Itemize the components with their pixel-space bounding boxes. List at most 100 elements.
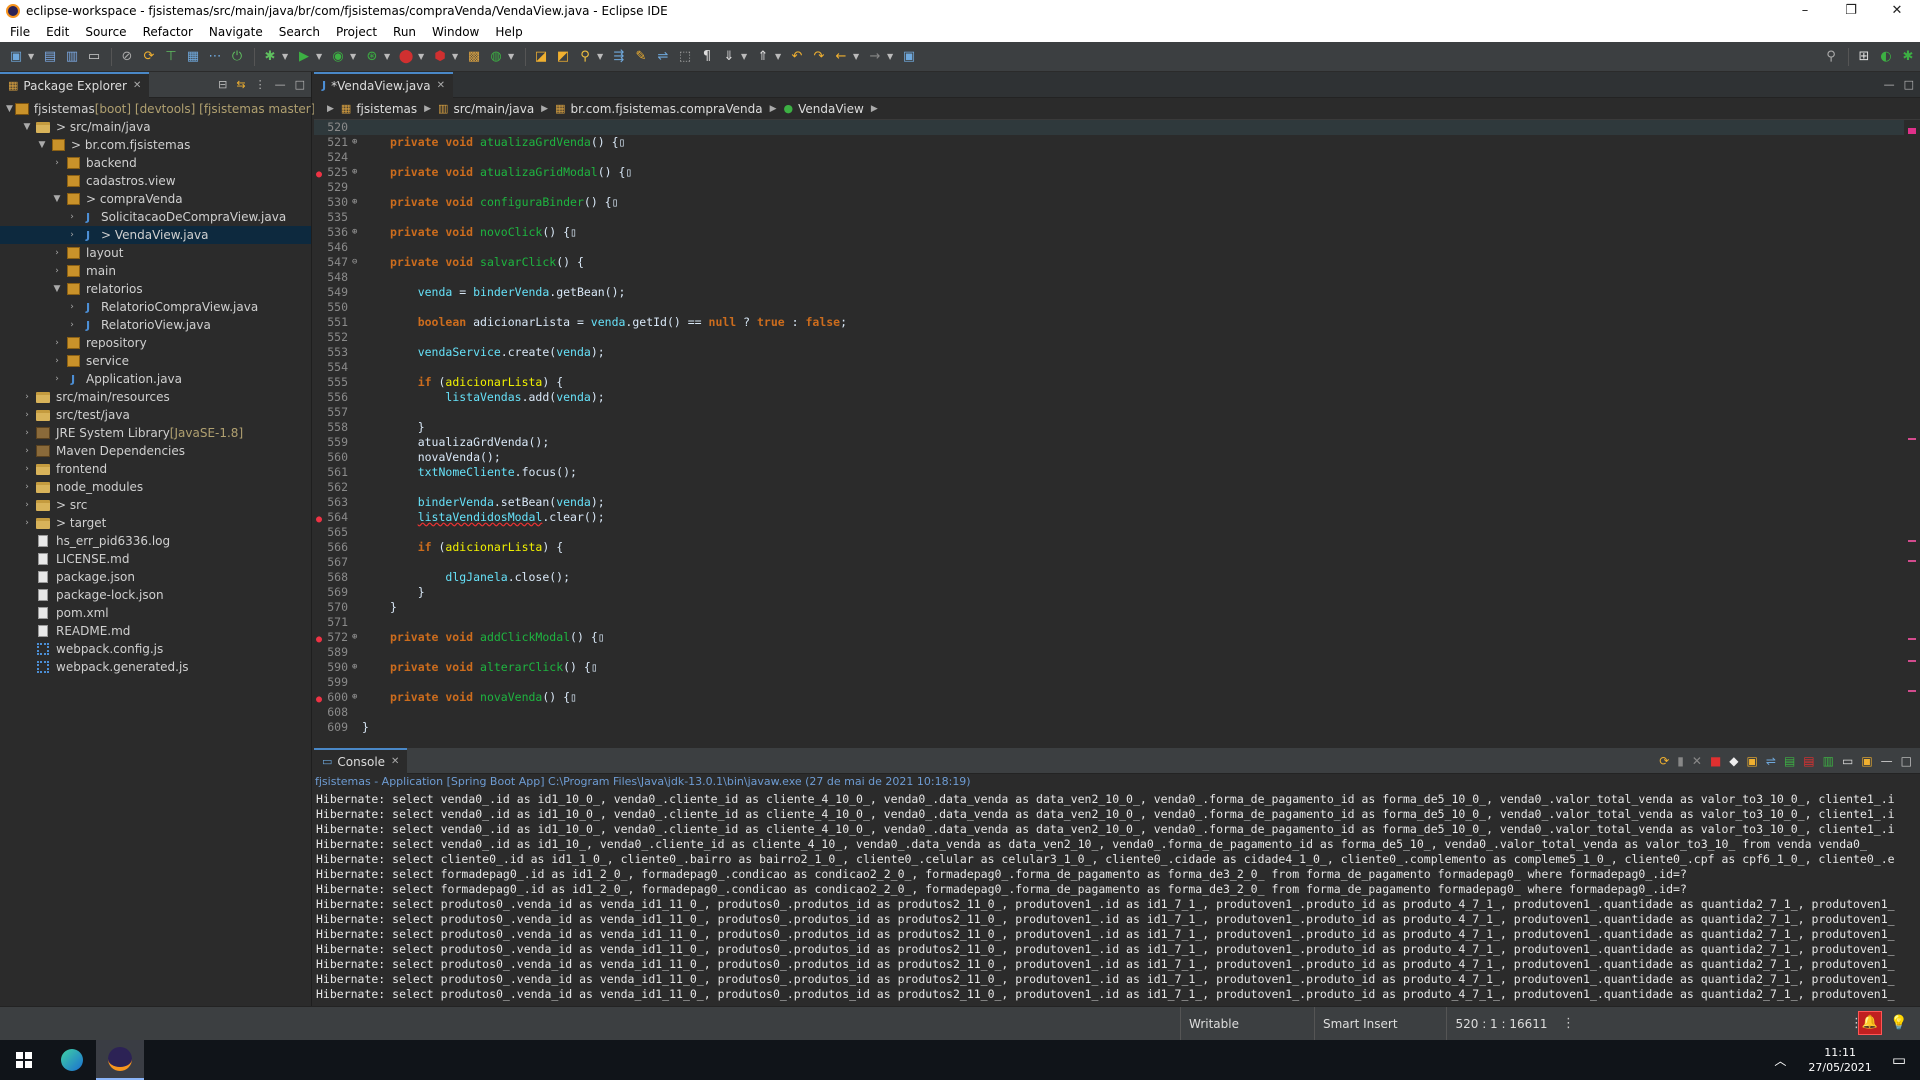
tree-item[interactable]: › node_modules [0,478,311,496]
chevron-right-icon[interactable]: ▶ [327,104,334,114]
chevron-down-icon[interactable]: ▼ [21,122,33,132]
tree-item[interactable]: ▼ fjsistemas [boot] [devtools] [fjsistema… [0,100,315,118]
menu-navigate[interactable]: Navigate [201,22,271,42]
run-icon[interactable]: ▶ [294,47,314,67]
taskbar-eclipse[interactable] [96,1040,144,1080]
start-button[interactable] [0,1040,48,1080]
gutter[interactable] [314,675,322,690]
terminate-icon[interactable]: ■ [1710,754,1721,768]
code-line[interactable]: 553 vendaService.create(venda); [314,345,1904,360]
gutter[interactable]: ● [314,510,322,525]
coverage-dropdown-icon[interactable]: ▼ [350,52,358,61]
tab-console[interactable]: ▭ Console ✕ [314,747,408,774]
tree-item[interactable]: › src/main/resources [0,388,311,406]
new-icon[interactable]: ▣ [6,47,26,67]
external-tools-dropdown-icon[interactable]: ▼ [384,52,392,61]
tree-item[interactable]: › > target [0,514,311,532]
next-edit-icon[interactable]: ↷ [809,47,829,67]
last-edit-icon[interactable]: ↶ [787,47,807,67]
chevron-right-icon[interactable]: › [21,428,33,438]
code-line[interactable]: 599 [314,675,1904,690]
gutter[interactable] [314,210,322,225]
clock[interactable]: 11:11 27/05/2021 [1796,1045,1883,1075]
code-line[interactable]: 521 ⊕ private void atualizaGrdVenda() {▯ [314,135,1904,150]
display-console-icon[interactable]: ▭ [1842,754,1853,768]
tree-item[interactable]: ▼ > br.com.fjsistemas [0,136,311,154]
code-line[interactable]: ● 572 ⊕ private void addClickModal() {▯ [314,630,1904,645]
new-class-icon[interactable]: ◍ [486,47,506,67]
chevron-right-icon[interactable]: › [66,212,78,222]
gutter[interactable] [314,360,322,375]
tree-item[interactable]: webpack.generated.js [0,658,311,676]
gutter[interactable] [314,705,322,720]
block-selection-icon[interactable]: ⬚ [675,47,695,67]
code-line[interactable]: 554 [314,360,1904,375]
tree-item[interactable]: › J RelatorioCompraView.java [0,298,311,316]
tree-item[interactable]: › J RelatorioView.java [0,316,311,334]
menu-run[interactable]: Run [385,22,424,42]
new-dropdown-icon[interactable]: ▼ [28,52,36,61]
gutter[interactable] [314,615,322,630]
minimize-view-icon[interactable]: — [1881,754,1893,768]
chevron-down-icon[interactable]: ▼ [6,104,13,114]
tree-item[interactable]: package-lock.json [0,586,311,604]
code-line[interactable]: ● 564 listaVendidosModal.clear(); [314,510,1904,525]
maximize-button[interactable]: ❐ [1828,0,1874,22]
menu-search[interactable]: Search [271,22,328,42]
tab-package-explorer[interactable]: ▦ Package Explorer ✕ [0,71,150,98]
console-output[interactable]: Hibernate: select venda0_.id as id1_10_0… [314,790,1920,1004]
code-line[interactable]: 530 ⊕ private void configuraBinder() {▯ [314,195,1904,210]
code-line[interactable]: 558 } [314,420,1904,435]
code-line[interactable]: 565 [314,525,1904,540]
gutter[interactable] [314,540,322,555]
boot-dashboard-icon[interactable]: ⏻ [227,47,247,67]
chevron-right-icon[interactable]: ▶ [424,104,431,114]
breadcrumb-package[interactable]: br.com.fjsistemas.compraVenda [571,102,763,116]
gutter[interactable] [314,435,322,450]
menu-window[interactable]: Window [424,22,487,42]
code-line[interactable]: 589 [314,645,1904,660]
tree-item[interactable]: webpack.config.js [0,640,311,658]
code-line[interactable]: 552 [314,330,1904,345]
code-line[interactable]: 608 [314,705,1904,720]
gutter[interactable] [314,345,322,360]
gutter[interactable] [314,720,322,735]
debug-perspective-icon[interactable]: ✱ [1898,47,1918,67]
annotation-next-dropdown-icon[interactable]: ▼ [741,52,749,61]
chevron-right-icon[interactable]: › [66,320,78,330]
overview-marker[interactable] [1908,128,1916,134]
chevron-right-icon[interactable]: › [21,482,33,492]
tree-item[interactable]: › J Application.java [0,370,311,388]
code-line[interactable]: 590 ⊕ private void alterarClick() {▯ [314,660,1904,675]
tree-item[interactable]: › Maven Dependencies [0,442,311,460]
gutter[interactable] [314,195,322,210]
chevron-down-icon[interactable]: ▼ [36,140,48,150]
refresh-icon[interactable]: ⟳ [139,47,159,67]
new-package-icon[interactable]: ▩ [464,47,484,67]
breadcrumb-project[interactable]: fjsistemas [356,102,417,116]
gutter[interactable] [314,555,322,570]
maximize-view-icon[interactable]: □ [295,78,305,91]
external-tools-icon[interactable]: ⊛ [362,47,382,67]
gutter[interactable]: ● [314,630,322,645]
save-all-icon[interactable]: ▥ [62,47,82,67]
status-menu-icon[interactable]: ⋮ [1562,1016,1575,1031]
gutter[interactable] [314,240,322,255]
code-line[interactable]: 548 [314,270,1904,285]
open-task-icon[interactable]: ◩ [553,47,573,67]
fold-expand-icon[interactable]: ⊕ [352,225,362,240]
gutter[interactable] [314,285,322,300]
annotation-next-icon[interactable]: ⇓ [719,47,739,67]
code-line[interactable]: 549 venda = binderVenda.getBean(); [314,285,1904,300]
save-icon[interactable]: ▤ [40,47,60,67]
chevron-right-icon[interactable]: › [51,266,63,276]
code-editor[interactable]: 520 521 ⊕ private void atualizaGrdVenda() {… [314,120,1904,742]
forward-icon[interactable]: → [865,47,885,67]
open-console-icon[interactable]: ▣ [1861,754,1872,768]
gutter[interactable] [314,600,322,615]
gutter[interactable] [314,405,322,420]
gutter[interactable] [314,480,322,495]
notifications-icon[interactable]: ▭ [1884,1051,1920,1069]
tree-item[interactable]: › main [0,262,311,280]
overview-ruler[interactable] [1906,120,1916,742]
